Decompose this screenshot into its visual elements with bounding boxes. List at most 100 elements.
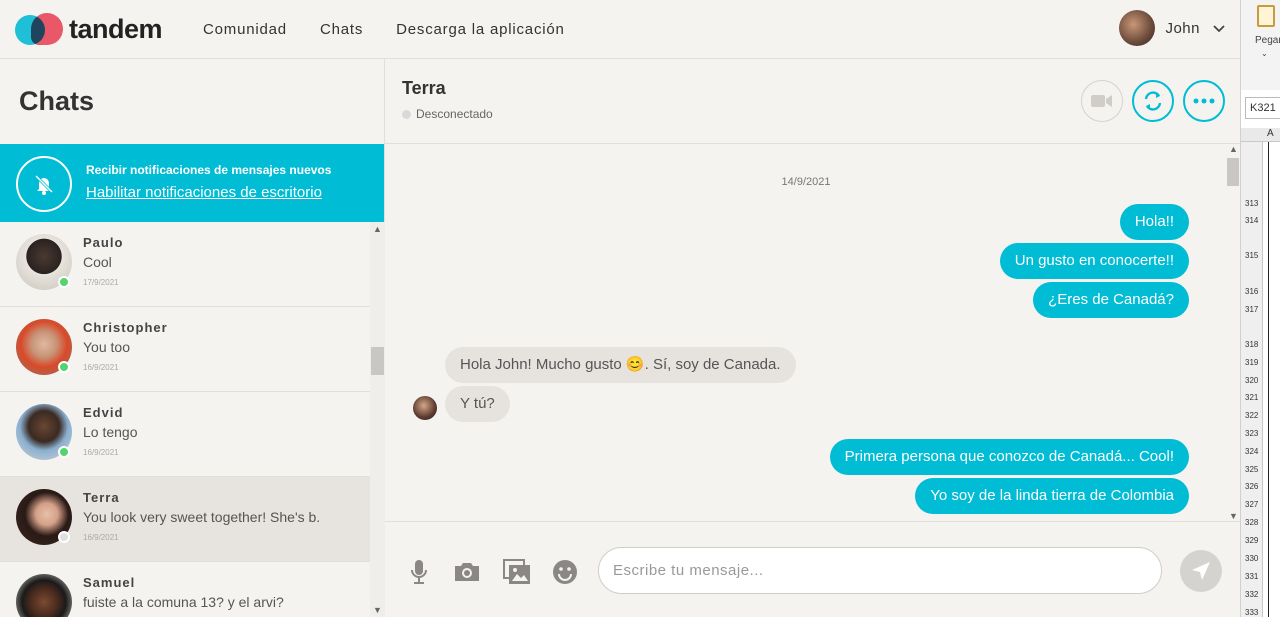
chat-list-scrollbar[interactable]: ▲ ▼ <box>370 222 385 617</box>
scroll-up-icon[interactable]: ▲ <box>373 224 382 234</box>
sidebar-title: Chats <box>19 86 95 116</box>
row-header[interactable]: 313 <box>1245 199 1258 208</box>
bell-off-icon <box>16 156 72 212</box>
row-header[interactable]: 314 <box>1245 216 1258 225</box>
column-header-a[interactable]: A <box>1267 128 1274 139</box>
paste-label[interactable]: Pegar <box>1255 35 1280 46</box>
row-header[interactable]: 324 <box>1245 447 1258 456</box>
chat-date: 16/9/2021 <box>83 533 119 542</box>
send-button[interactable] <box>1180 550 1222 592</box>
notification-banner: Recibir notificaciones de mensajes nuevo… <box>0 144 384 222</box>
chat-last-message: Cool <box>83 254 112 270</box>
row-header[interactable]: 327 <box>1245 500 1258 509</box>
offline-status-dot <box>58 531 70 543</box>
row-header[interactable]: 328 <box>1245 518 1258 527</box>
logo-icon <box>15 13 65 45</box>
row-header[interactable]: 323 <box>1245 429 1258 438</box>
message-composer <box>385 521 1240 617</box>
message-bubble-outgoing: Primera persona que conozco de Canadá...… <box>829 439 1189 475</box>
clipboard-icon[interactable] <box>1257 5 1275 27</box>
user-avatar <box>1119 10 1156 46</box>
chevron-down-icon[interactable]: ⌄ <box>1261 49 1268 58</box>
row-header[interactable]: 320 <box>1245 376 1258 385</box>
name-box[interactable]: K321 <box>1245 97 1280 119</box>
top-navbar: tandem Comunidad Chats Descarga la aplic… <box>0 0 1240 59</box>
scrollbar-thumb[interactable] <box>1227 158 1239 186</box>
row-header[interactable]: 325 <box>1245 465 1258 474</box>
nav-link-descarga[interactable]: Descarga la aplicación <box>396 21 565 38</box>
camera-button[interactable] <box>453 558 481 586</box>
message-bubble-outgoing: Yo soy de la linda tierra de Colombia <box>915 478 1189 514</box>
row-header[interactable]: 331 <box>1245 572 1258 581</box>
notification-title: Recibir notificaciones de mensajes nuevo… <box>86 163 332 177</box>
chat-item-christopher[interactable]: Christopher You too 16/9/2021 <box>0 307 370 392</box>
message-input[interactable] <box>598 547 1162 594</box>
spreadsheet-window: Pegar ⌄ K321 A 313 314 315 316 317 318 319 320 3… <box>1240 0 1280 617</box>
exchange-button[interactable] <box>1132 80 1174 122</box>
scroll-down-icon[interactable]: ▼ <box>1229 511 1238 521</box>
row-header[interactable]: 317 <box>1245 305 1258 314</box>
user-menu[interactable]: John <box>1119 10 1226 46</box>
image-gallery-icon <box>503 559 530 584</box>
message-bubble-incoming: Hola John! Mucho gusto 😊. Sí, soy de Can… <box>445 347 796 383</box>
chat-name: Samuel <box>83 575 136 590</box>
more-options-button[interactable] <box>1183 80 1225 122</box>
sender-avatar <box>413 396 437 420</box>
row-header[interactable]: 315 <box>1245 251 1258 260</box>
chat-item-terra[interactable]: Terra You look very sweet together! She'… <box>0 477 370 562</box>
scroll-up-icon[interactable]: ▲ <box>1229 144 1238 154</box>
emoji-icon <box>553 560 577 584</box>
conversation-header: Terra Desconectado <box>385 59 1240 144</box>
row-header[interactable]: 329 <box>1245 536 1258 545</box>
scrollbar-thumb[interactable] <box>371 347 384 375</box>
row-header[interactable]: 316 <box>1245 287 1258 296</box>
row-header[interactable]: 326 <box>1245 482 1258 491</box>
online-status-dot <box>58 446 70 458</box>
message-bubble-outgoing: ¿Eres de Canadá? <box>1033 282 1189 318</box>
date-separator: 14/9/2021 <box>781 176 831 188</box>
chat-item-edvid[interactable]: Edvid Lo tengo 16/9/2021 <box>0 392 370 477</box>
video-camera-icon <box>1091 95 1112 107</box>
chat-sidebar: Chats Recibir notificaciones de mensajes… <box>0 59 385 617</box>
nav-link-comunidad[interactable]: Comunidad <box>203 21 287 38</box>
user-name: John <box>1165 19 1200 37</box>
row-header[interactable]: 322 <box>1245 411 1258 420</box>
message-scrollbar[interactable]: ▲ ▼ <box>1226 144 1240 521</box>
column-header-bar <box>1241 128 1280 142</box>
exchange-icon <box>1144 91 1162 111</box>
chat-last-message: You look very sweet together! She's b. <box>83 509 321 525</box>
conversation-name: Terra <box>402 78 446 98</box>
video-call-button[interactable] <box>1081 80 1123 122</box>
row-header[interactable]: 318 <box>1245 340 1258 349</box>
scroll-down-icon[interactable]: ▼ <box>373 605 382 615</box>
chevron-down-icon <box>1213 25 1225 33</box>
send-icon <box>1192 562 1210 580</box>
chat-date: 17/9/2021 <box>83 278 119 287</box>
voice-message-button[interactable] <box>405 558 433 586</box>
conversation-status: Desconectado <box>416 107 493 121</box>
cell-border <box>1268 142 1269 617</box>
gallery-button[interactable] <box>503 558 531 586</box>
status-dot <box>402 110 411 119</box>
message-bubble-outgoing: Hola!! <box>1119 204 1189 240</box>
row-header[interactable]: 333 <box>1245 608 1258 617</box>
message-bubble-outgoing: Un gusto en conocerte!! <box>999 243 1189 279</box>
chat-last-message: You too <box>83 339 130 355</box>
chat-name: Paulo <box>83 235 124 250</box>
row-header[interactable]: 332 <box>1245 590 1258 599</box>
chat-item-paulo[interactable]: Paulo Cool 17/9/2021 <box>0 222 370 307</box>
row-header[interactable]: 319 <box>1245 358 1258 367</box>
chat-item-samuel[interactable]: Samuel fuiste a la comuna 13? y el arvi? <box>0 562 370 617</box>
enable-notifications-link[interactable]: Habilitar notificaciones de escritorio <box>86 184 322 201</box>
tandem-logo[interactable]: tandem <box>15 13 163 45</box>
microphone-icon <box>411 560 427 584</box>
row-header[interactable]: 330 <box>1245 554 1258 563</box>
avatar <box>16 574 72 617</box>
emoji-button[interactable] <box>551 558 579 586</box>
more-dots-icon <box>1193 98 1215 104</box>
nav-link-chats[interactable]: Chats <box>320 21 363 38</box>
row-header[interactable]: 321 <box>1245 393 1258 402</box>
chat-name: Terra <box>83 490 120 505</box>
chat-last-message: Lo tengo <box>83 424 138 440</box>
online-status-dot <box>58 276 70 288</box>
